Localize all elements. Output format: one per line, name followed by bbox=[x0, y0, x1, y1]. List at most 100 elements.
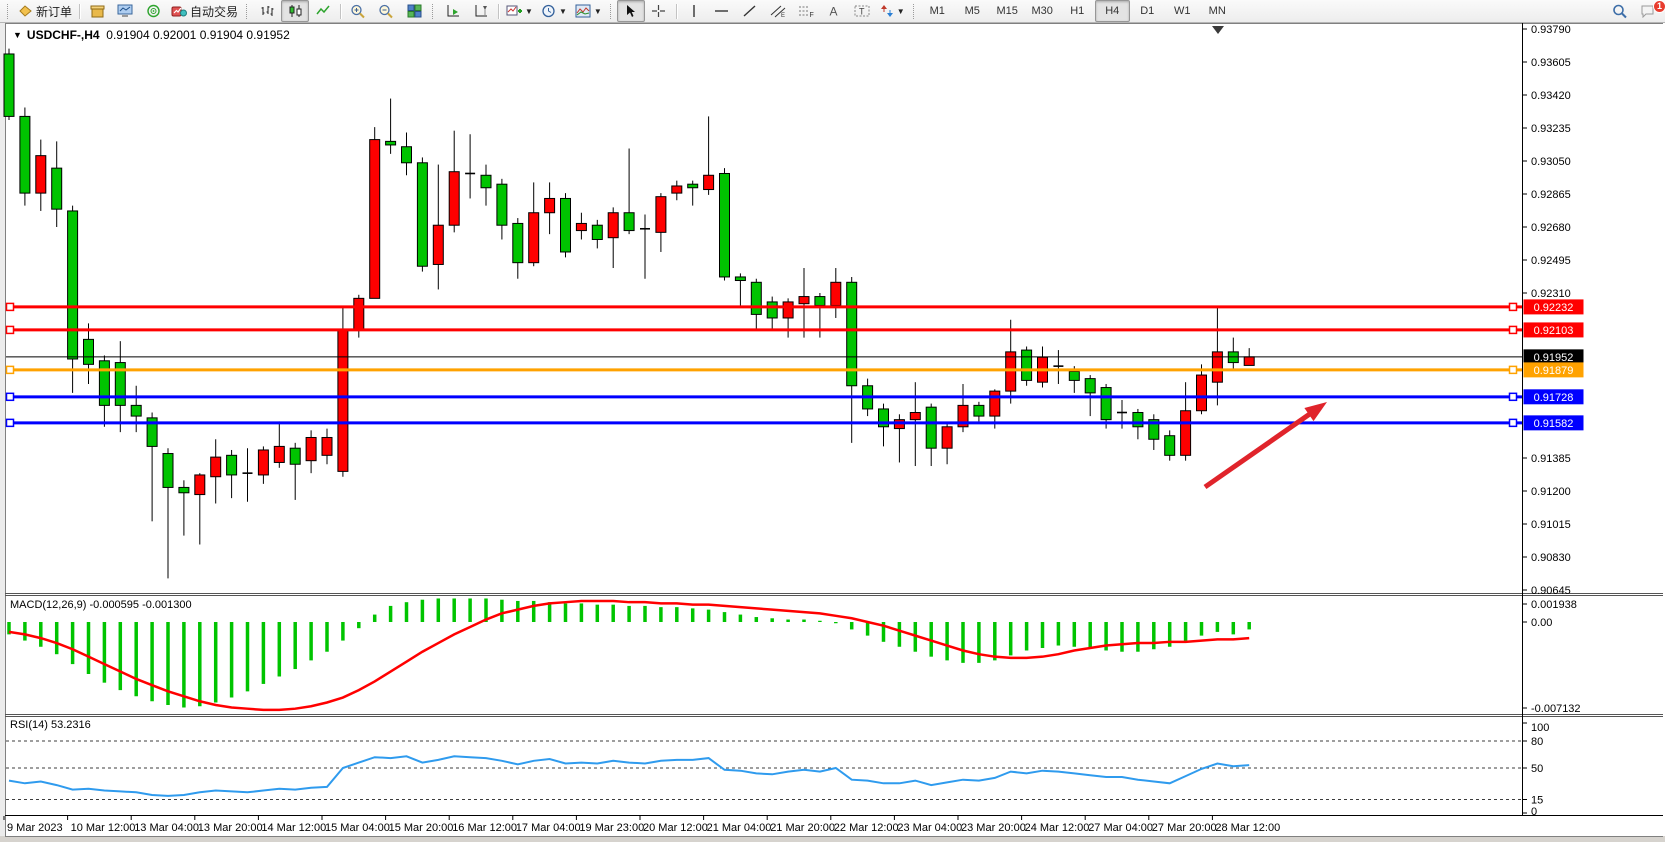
periods-button[interactable]: ▼ bbox=[537, 0, 571, 22]
cursor-button[interactable] bbox=[617, 0, 645, 22]
timeframe-M5[interactable]: M5 bbox=[955, 0, 990, 22]
candle-body[interactable] bbox=[84, 339, 94, 364]
toolbar-grip[interactable] bbox=[610, 4, 613, 19]
candle-body[interactable] bbox=[529, 213, 539, 263]
candle-body[interactable] bbox=[513, 223, 523, 262]
candle-body[interactable] bbox=[688, 184, 698, 188]
candle-body[interactable] bbox=[179, 487, 189, 492]
candle-body[interactable] bbox=[20, 116, 30, 193]
candle-body[interactable] bbox=[354, 298, 364, 330]
line-drag-handle[interactable] bbox=[7, 419, 14, 426]
timeframe-M30[interactable]: M30 bbox=[1025, 0, 1060, 22]
template-button[interactable]: ▼ bbox=[571, 0, 606, 22]
chart-canvas[interactable]: 0.922320.921030.919520.918790.917280.915… bbox=[0, 0, 1665, 842]
trendline-button[interactable] bbox=[736, 0, 764, 22]
candle-body[interactable] bbox=[608, 213, 618, 238]
candle-body[interactable] bbox=[561, 198, 571, 252]
candle-body[interactable] bbox=[195, 475, 205, 495]
line-drag-handle[interactable] bbox=[1510, 303, 1517, 310]
candle-body[interactable] bbox=[751, 282, 761, 314]
candle-body[interactable] bbox=[338, 330, 348, 471]
candle-body[interactable] bbox=[990, 391, 1000, 416]
timeframe-W1[interactable]: W1 bbox=[1165, 0, 1200, 22]
new-order-button[interactable]: 新订单 bbox=[14, 0, 76, 22]
candle-body[interactable] bbox=[131, 405, 141, 416]
candle-body[interactable] bbox=[783, 302, 793, 318]
candle-body[interactable] bbox=[68, 211, 78, 359]
line-drag-handle[interactable] bbox=[1510, 419, 1517, 426]
candle-body[interactable] bbox=[767, 302, 777, 318]
candle-body[interactable] bbox=[258, 450, 268, 475]
toolbar-grip[interactable] bbox=[432, 4, 435, 19]
line-chart-button[interactable] bbox=[309, 0, 337, 22]
candle-body[interactable] bbox=[417, 163, 427, 266]
zoom-out-button[interactable] bbox=[372, 0, 400, 22]
candle-body[interactable] bbox=[656, 197, 666, 233]
radar-button[interactable] bbox=[139, 0, 167, 22]
line-drag-handle[interactable] bbox=[7, 393, 14, 400]
line-drag-handle[interactable] bbox=[7, 366, 14, 373]
candle-body[interactable] bbox=[449, 172, 459, 226]
timeframe-H1[interactable]: H1 bbox=[1060, 0, 1095, 22]
crates-button[interactable] bbox=[83, 0, 111, 22]
candle-body[interactable] bbox=[831, 282, 841, 305]
timeframe-M1[interactable]: M1 bbox=[920, 0, 955, 22]
candle-body[interactable] bbox=[1101, 388, 1111, 420]
candle-body[interactable] bbox=[910, 413, 920, 420]
text-button[interactable]: A bbox=[820, 0, 848, 22]
crosshair-button[interactable] bbox=[645, 0, 673, 22]
candle-body[interactable] bbox=[211, 457, 221, 477]
line-drag-handle[interactable] bbox=[1510, 366, 1517, 373]
candle-body[interactable] bbox=[1197, 375, 1207, 411]
candle-body[interactable] bbox=[99, 361, 109, 406]
candlestick-chart-button[interactable] bbox=[281, 0, 309, 22]
auto-scroll-button[interactable] bbox=[439, 0, 467, 22]
candle-body[interactable] bbox=[735, 277, 745, 281]
candle-body[interactable] bbox=[52, 168, 62, 209]
timeframe-M15[interactable]: M15 bbox=[990, 0, 1025, 22]
chart-shift-button[interactable] bbox=[467, 0, 495, 22]
text-label-button[interactable]: T bbox=[848, 0, 876, 22]
timeframe-MN[interactable]: MN bbox=[1200, 0, 1235, 22]
candle-body[interactable] bbox=[306, 437, 316, 460]
arrows-button[interactable]: ▼ bbox=[876, 0, 909, 22]
candle-body[interactable] bbox=[402, 147, 412, 163]
candle-body[interactable] bbox=[497, 184, 507, 225]
channel-button[interactable]: E bbox=[764, 0, 792, 22]
zoom-in-button[interactable] bbox=[344, 0, 372, 22]
notifications-button[interactable]: 1 bbox=[1634, 0, 1662, 22]
fibonacci-button[interactable]: F bbox=[792, 0, 820, 22]
toolbar-grip[interactable] bbox=[7, 4, 10, 19]
candle-body[interactable] bbox=[720, 173, 730, 276]
candle-body[interactable] bbox=[592, 225, 602, 239]
line-drag-handle[interactable] bbox=[1510, 326, 1517, 333]
candle-body[interactable] bbox=[433, 225, 443, 264]
line-drag-handle[interactable] bbox=[1510, 393, 1517, 400]
candle-body[interactable] bbox=[624, 213, 634, 231]
tile-windows-button[interactable] bbox=[400, 0, 428, 22]
candle-body[interactable] bbox=[942, 427, 952, 448]
candle-body[interactable] bbox=[1244, 357, 1254, 366]
candle-body[interactable] bbox=[576, 223, 586, 230]
candle-body[interactable] bbox=[227, 455, 237, 475]
candle-body[interactable] bbox=[1181, 411, 1191, 456]
candle-body[interactable] bbox=[1006, 352, 1016, 391]
candle-body[interactable] bbox=[386, 141, 396, 145]
add-indicator-button[interactable]: ▼ bbox=[502, 0, 537, 22]
candle-body[interactable] bbox=[926, 407, 936, 448]
candle-body[interactable] bbox=[274, 446, 284, 462]
candle-body[interactable] bbox=[290, 448, 300, 464]
candle-body[interactable] bbox=[672, 186, 682, 193]
candle-body[interactable] bbox=[36, 156, 46, 193]
line-drag-handle[interactable] bbox=[7, 303, 14, 310]
candle-body[interactable] bbox=[322, 437, 332, 455]
candle-body[interactable] bbox=[1022, 350, 1032, 380]
bar-chart-button[interactable] bbox=[253, 0, 281, 22]
candle-body[interactable] bbox=[370, 140, 380, 299]
auto-trading-button[interactable]: 自动交易 bbox=[167, 0, 242, 22]
line-drag-handle[interactable] bbox=[7, 326, 14, 333]
search-button[interactable] bbox=[1606, 0, 1634, 22]
toolbar-grip[interactable] bbox=[246, 4, 249, 19]
candle-body[interactable] bbox=[1069, 371, 1079, 380]
market-watch-button[interactable] bbox=[111, 0, 139, 22]
